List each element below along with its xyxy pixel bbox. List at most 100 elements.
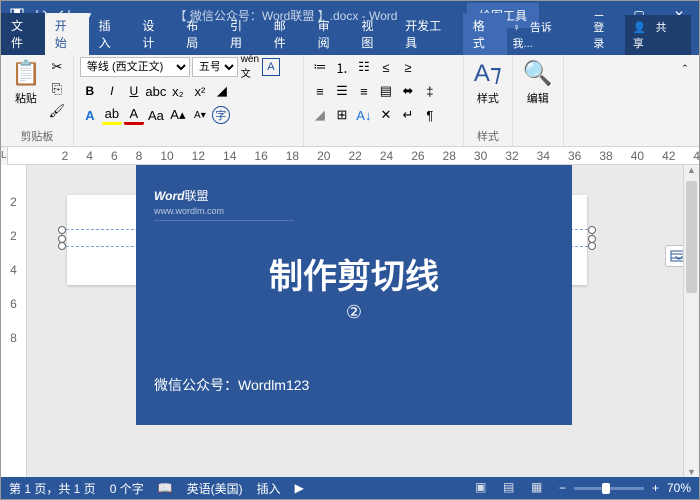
document-area: 22468 Word联盟 www.wordlm.com 制作剪切线 ② 微信公众…	[1, 165, 699, 477]
resize-handle[interactable]	[58, 242, 66, 250]
overlay-number: ②	[154, 302, 554, 323]
group-paragraph: ≔ ⒈ ☷ ≤ ≥ ≡ ☰ ≡ ▤ ⬌ ‡ ◢ ⊞ A↓ ✕ ↵ ¶	[304, 55, 464, 146]
tab-file[interactable]: 文件	[1, 13, 45, 55]
font-color-icon[interactable]: A	[124, 105, 144, 125]
tab-format[interactable]: 格式	[463, 13, 507, 55]
tab-developer[interactable]: 开发工具	[395, 13, 463, 55]
line-spacing-icon[interactable]: ‡	[420, 81, 440, 101]
status-wordcount[interactable]: 0 个字	[110, 480, 144, 497]
group-font: 等线 (西文正文) 五号 wén文 A B I U abc x₂ x² ◢ A …	[74, 55, 304, 146]
overlay-footer: 微信公众号：Wordlm123	[154, 375, 554, 395]
collapse-ribbon-icon[interactable]: ˆ	[675, 59, 695, 79]
grow-font-icon[interactable]: A▴	[168, 105, 188, 125]
tab-home[interactable]: 开始	[45, 13, 89, 55]
styles-button[interactable]: A⁊ 样式	[470, 57, 506, 108]
align-left-icon[interactable]: ≡	[310, 81, 330, 101]
overlay-brand: Word联盟	[154, 183, 554, 206]
tab-review[interactable]: 审阅	[308, 13, 352, 55]
shrink-font-icon[interactable]: A▾	[190, 105, 210, 125]
tab-mail[interactable]: 邮件	[264, 13, 308, 55]
status-page[interactable]: 第 1 页，共 1 页	[9, 480, 96, 497]
resize-handle[interactable]	[58, 235, 66, 243]
subscript-button[interactable]: x₂	[168, 81, 188, 101]
copy-icon[interactable]: ⎘	[47, 79, 67, 99]
zoom-slider[interactable]	[574, 487, 644, 490]
text-effects-icon[interactable]: A	[80, 105, 100, 125]
share-button[interactable]: 👤 共享	[625, 15, 691, 55]
group-styles: A⁊ 样式 样式	[464, 55, 513, 146]
decrease-indent-icon[interactable]: ≤	[376, 57, 396, 77]
asian-layout-icon[interactable]: ✕	[376, 105, 396, 125]
ribbon: 📋 粘贴 ✂ ⎘ 🖌 剪贴板 等线 (西文正文) 五号 wén文 A B I U	[1, 55, 699, 147]
italic-button[interactable]: I	[102, 81, 122, 101]
status-spellcheck-icon[interactable]: 📖	[158, 481, 173, 495]
resize-handle[interactable]	[588, 226, 596, 234]
char-border-icon[interactable]: A	[262, 58, 280, 76]
status-insert-mode[interactable]: 插入	[257, 480, 281, 497]
scroll-down-icon[interactable]: ▼	[684, 467, 699, 477]
enclose-char-icon[interactable]: 字	[212, 106, 230, 124]
borders-icon[interactable]: ⊞	[332, 105, 352, 125]
align-right-icon[interactable]: ≡	[354, 81, 374, 101]
resize-handle[interactable]	[588, 242, 596, 250]
char-shading-icon[interactable]: Aa	[146, 105, 166, 125]
title-overlay: Word联盟 www.wordlm.com 制作剪切线 ② 微信公众号：Word…	[136, 165, 572, 425]
view-read-icon[interactable]: ▣	[475, 480, 495, 496]
numbering-icon[interactable]: ⒈	[332, 57, 352, 77]
strikethrough-button[interactable]: abc	[146, 81, 166, 101]
group-editing: 🔍 编辑	[513, 55, 564, 146]
editing-button[interactable]: 🔍 编辑	[519, 57, 557, 108]
group-label-clipboard: 剪贴板	[7, 126, 67, 144]
signin-button[interactable]: 登录	[587, 15, 621, 55]
group-label-styles: 样式	[470, 126, 506, 144]
tab-view[interactable]: 视图	[351, 13, 395, 55]
paste-button[interactable]: 📋 粘贴	[7, 57, 45, 108]
find-icon: 🔍	[523, 59, 553, 88]
increase-indent-icon[interactable]: ≥	[398, 57, 418, 77]
distribute-icon[interactable]: ⬌	[398, 81, 418, 101]
styles-icon: A⁊	[474, 59, 502, 88]
superscript-button[interactable]: x²	[190, 81, 210, 101]
tab-insert[interactable]: 插入	[89, 13, 133, 55]
horizontal-ruler[interactable]: L 24681012141618202224262830323436384042…	[1, 147, 699, 165]
zoom-level[interactable]: 70%	[667, 481, 691, 495]
highlight-icon[interactable]: ab	[102, 105, 122, 125]
overlay-headline: 制作剪切线	[154, 249, 554, 298]
sort-icon[interactable]: A↓	[354, 105, 374, 125]
justify-icon[interactable]: ▤	[376, 81, 396, 101]
paragraph-marks-icon[interactable]: ¶	[420, 105, 440, 125]
tab-design[interactable]: 设计	[132, 13, 176, 55]
bullets-icon[interactable]: ≔	[310, 57, 330, 77]
group-clipboard: 📋 粘贴 ✂ ⎘ 🖌 剪贴板	[1, 55, 74, 146]
tell-me[interactable]: ♀ 告诉我...	[507, 15, 584, 55]
cut-icon[interactable]: ✂	[47, 57, 67, 77]
scrollbar-thumb[interactable]	[686, 181, 697, 293]
clear-format-icon[interactable]: ◢	[212, 81, 232, 101]
status-language[interactable]: 英语(美国)	[187, 480, 243, 497]
bold-button[interactable]: B	[80, 81, 100, 101]
format-painter-icon[interactable]: 🖌	[47, 101, 67, 121]
tab-references[interactable]: 引用	[220, 13, 264, 55]
zoom-in-button[interactable]: +	[652, 481, 659, 495]
vertical-scrollbar[interactable]: ▲ ▼	[683, 165, 699, 477]
shading-icon[interactable]: ◢	[310, 105, 330, 125]
multilevel-icon[interactable]: ☷	[354, 57, 374, 77]
font-name-select[interactable]: 等线 (西文正文)	[80, 57, 190, 77]
resize-handle[interactable]	[58, 226, 66, 234]
vertical-ruler[interactable]: 22468	[1, 165, 27, 477]
phonetic-guide-icon[interactable]: wén文	[240, 57, 260, 77]
zoom-out-button[interactable]: −	[559, 481, 566, 495]
view-web-icon[interactable]: ▦	[531, 480, 551, 496]
view-print-icon[interactable]: ▤	[503, 480, 523, 496]
scroll-up-icon[interactable]: ▲	[684, 165, 699, 175]
status-bar: 第 1 页，共 1 页 0 个字 📖 英语(美国) 插入 ▶ ▣ ▤ ▦ − +…	[1, 477, 699, 499]
ribbon-tabs: 文件 开始 插入 设计 布局 引用 邮件 审阅 视图 开发工具 格式 ♀ 告诉我…	[1, 29, 699, 55]
status-macro-icon[interactable]: ▶	[295, 481, 304, 495]
align-center-icon[interactable]: ☰	[332, 81, 352, 101]
underline-button[interactable]: U	[124, 81, 144, 101]
font-size-select[interactable]: 五号	[192, 57, 238, 77]
resize-handle[interactable]	[588, 235, 596, 243]
show-marks-icon[interactable]: ↵	[398, 105, 418, 125]
tab-layout[interactable]: 布局	[176, 13, 220, 55]
overlay-url: www.wordlm.com	[154, 206, 294, 221]
